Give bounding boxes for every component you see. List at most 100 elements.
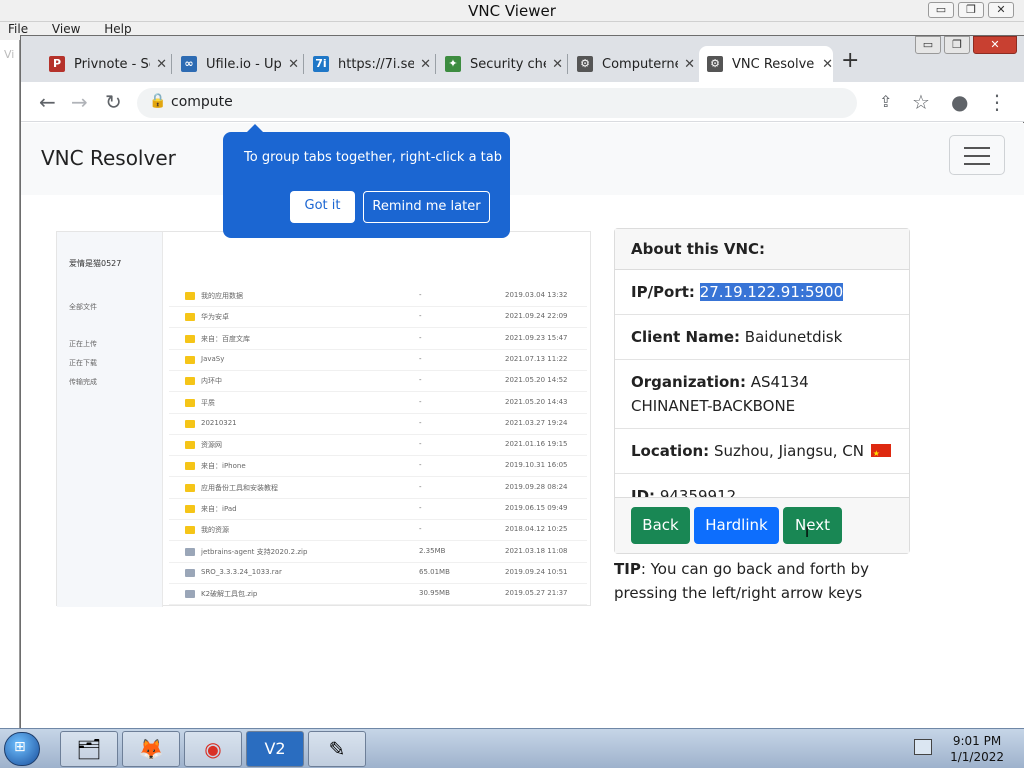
tab-privnote[interactable]: P Privnote - Se ✕ [41,46,167,82]
screenshot-file-date: 2019.10.31 16:05 [505,461,568,470]
chrome-icon[interactable]: ◉ [184,731,242,767]
screenshot-file-size: - [419,440,422,449]
card-header: About this VNC: [615,229,909,270]
folder-icon [185,355,195,364]
vnc-viewer-icon[interactable]: V2 [246,731,304,767]
screenshot-side-item: 正在下载 [69,359,97,367]
screenshot-file-row: 内环中 - 2021.05.20 14:52 [169,371,587,393]
navbar-toggle-button[interactable] [949,135,1005,175]
screenshot-file-row: 平质 - 2021.05.20 14:43 [169,393,587,414]
screenshot-file-row: 来自：iPhone - 2019.10.31 16:05 [169,456,587,478]
screenshot-file-size: - [419,333,422,342]
screenshot-file-size: - [419,482,422,491]
system-clock[interactable]: 9:01 PM 1/1/2022 [950,733,1004,765]
notepad-icon[interactable]: ✎ [308,731,366,767]
vnc-minimize-button[interactable]: ▭ [928,2,954,18]
screenshot-file-row: 来自：iPad - 2019.06.15 09:49 [169,499,587,520]
screenshot-file-date: 2018.04.12 10:25 [505,525,568,534]
network-icon[interactable] [914,739,932,755]
screenshot-file-row: JavaSy - 2021.07.13 11:22 [169,350,587,371]
back-button[interactable]: Back [631,507,690,544]
close-icon[interactable]: ✕ [822,57,833,72]
tab-label: Security che [470,56,547,72]
new-tab-button[interactable]: + [841,48,859,73]
vnc-close-button[interactable]: ✕ [988,2,1014,18]
start-button[interactable]: ⊞ [4,732,40,766]
screenshot-file-row: 应用备份工具和安装教程 - 2019.09.28 08:24 [169,478,587,499]
screenshot-file-date: 2019.06.15 09:49 [505,504,568,512]
file-icon [185,568,195,577]
windows-logo-icon: ⊞ [14,739,26,755]
vnc-screenshot[interactable]: 爱情是猫0527 全部文件 正在上传 正在下载 传输完成 我的应用数据 - 2019… [56,231,591,607]
chrome-menu-icon[interactable]: ⋮ [987,90,1007,114]
clock-date: 1/1/2022 [950,750,1004,764]
close-icon[interactable]: ✕ [552,57,563,72]
windows-taskbar: ⊞ 🗂 🦊 ◉ V2 ✎ 9:01 PM 1/1/2022 [0,728,1024,768]
tab-computernewb[interactable]: ⚙ Computerne ✕ [569,46,695,82]
screenshot-file-date: 2019.09.28 08:24 [505,482,568,491]
ip-port-value[interactable]: 27.19.122.91:5900 [699,283,844,301]
site-navbar: VNC Resolver [21,123,1024,195]
close-icon[interactable]: ✕ [420,57,431,72]
screenshot-file-date: 2019.03.04 13:32 [505,291,568,299]
remind-later-button[interactable]: Remind me later [363,191,490,223]
tab-security-check[interactable]: ✦ Security che ✕ [437,46,563,82]
background-window-text: Vi [4,48,15,61]
vnc-info-card: About this VNC: IP/Port: 27.19.122.91:59… [614,228,910,554]
close-icon[interactable]: ✕ [156,57,167,72]
share-icon[interactable]: ⇪ [879,92,892,111]
screenshot-file-name: 来自：iPad [201,505,237,513]
tab-vnc-resolver[interactable]: ⚙ VNC Resolve ✕ [699,46,833,82]
next-button[interactable]: Next [783,507,842,544]
close-icon[interactable]: ✕ [288,57,299,72]
explorer-icon[interactable]: 🗂 [60,731,118,767]
forward-arrow-icon[interactable]: → [71,90,88,114]
address-bar[interactable]: 🔒 compute [137,88,857,118]
tab-separator [171,54,172,74]
card-footer: Back Hardlink Next [615,497,909,553]
site-brand[interactable]: VNC Resolver [41,146,176,170]
screenshot-file-size: 2.35MB [419,546,446,555]
tab-7i[interactable]: 7i https://7i.se ✕ [305,46,431,82]
chrome-restore-button[interactable]: ❐ [944,36,970,54]
file-icon [185,547,195,556]
close-icon[interactable]: ✕ [684,57,695,72]
screenshot-file-date: 2019.09.24 10:51 [505,567,568,576]
menu-help[interactable]: Help [104,22,131,36]
screenshot-side-item: 传输完成 [69,378,97,386]
menu-file[interactable]: File [8,22,28,36]
lock-icon[interactable]: 🔒 [149,93,166,109]
screenshot-sidebar: 爱情是猫0527 全部文件 正在上传 正在下载 传输完成 [57,232,163,607]
tab-group-tip-popup: To group tabs together, right-click a ta… [223,124,510,238]
reload-icon[interactable]: ↻ [105,90,122,114]
screenshot-side-item: 全部文件 [69,303,97,311]
hardlink-button[interactable]: Hardlink [694,507,779,544]
web-page: VNC Resolver 爱情是猫0527 全部文件 正在上传 正在下载 传输完… [21,123,1024,729]
tip-text: TIP: You can go back and forth by pressi… [614,557,914,605]
screenshot-file-row: 华为安卓 - 2021.09.24 22:09 [169,307,587,329]
bookmark-star-icon[interactable]: ☆ [912,90,930,114]
address-url[interactable]: compute [171,94,233,110]
chrome-close-button[interactable]: ✕ [973,36,1017,54]
screenshot-file-size: - [419,461,422,470]
vnc-restore-button[interactable]: ❐ [958,2,984,18]
screenshot-file-row: SRO_3.3.3.24_1033.rar 65.01MB 2019.09.24 1… [169,563,587,584]
folder-icon [185,377,195,386]
tab-label: Ufile.io - Upl [206,56,283,72]
got-it-button[interactable]: Got it [290,191,355,223]
screenshot-file-date: 2021.09.24 22:09 [505,312,568,321]
screenshot-file-size: - [419,418,422,427]
screenshot-file-name: 来自：iPhone [201,462,246,471]
firefox-icon[interactable]: 🦊 [122,731,180,767]
tab-label: VNC Resolve [732,56,815,72]
profile-avatar-icon[interactable]: ● [951,90,968,114]
screenshot-file-row: 20210321 - 2021.03.27 19:24 [169,414,587,435]
menu-view[interactable]: View [52,22,80,36]
back-arrow-icon[interactable]: ← [39,90,56,114]
folder-icon [185,526,195,535]
chrome-minimize-button[interactable]: ▭ [915,36,941,54]
tab-separator [303,54,304,74]
screenshot-file-size: - [419,312,422,321]
ip-port-label: IP/Port: [631,283,695,301]
tab-ufile[interactable]: ∞ Ufile.io - Upl ✕ [173,46,299,82]
